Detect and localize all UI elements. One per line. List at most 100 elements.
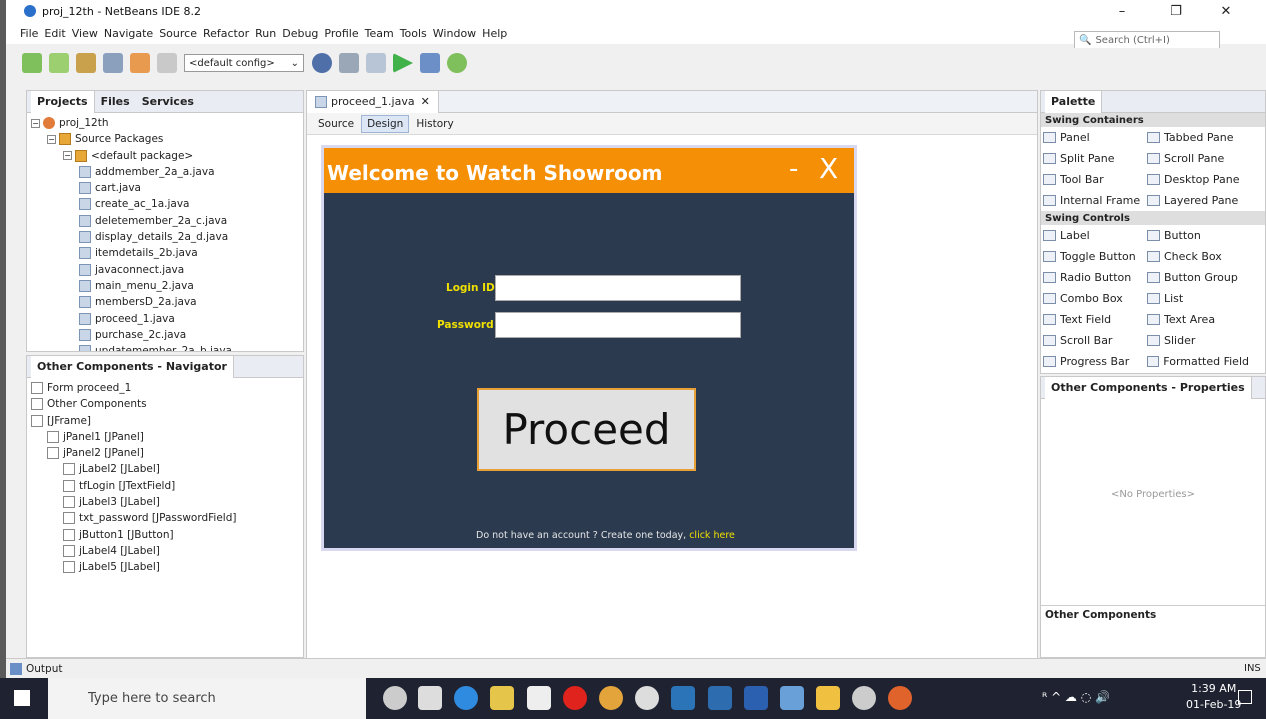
debug-icon[interactable]: [420, 53, 440, 73]
netbeans-taskbar-icon[interactable]: [780, 686, 804, 710]
proceed-button[interactable]: Proceed: [477, 388, 696, 471]
navigator-item[interactable]: jLabel5 [JLabel]: [31, 559, 303, 575]
app-icon[interactable]: [888, 686, 912, 710]
tree-item[interactable]: − proj_12th: [31, 115, 303, 131]
palette-item[interactable]: Desktop Pane: [1145, 169, 1249, 190]
menu-file[interactable]: File: [20, 27, 38, 40]
menu-team[interactable]: Team: [365, 27, 394, 40]
minimize-button[interactable]: –: [1102, 0, 1142, 22]
palette-item[interactable]: Progress Bar: [1041, 351, 1145, 372]
tree-item[interactable]: deletemember_2a_c.java: [31, 213, 303, 229]
navigator-item[interactable]: jLabel3 [JLabel]: [31, 494, 303, 510]
tree-item[interactable]: membersD_2a.java: [31, 294, 303, 310]
run-icon[interactable]: [393, 53, 413, 73]
swing-controls-category[interactable]: Swing Controls: [1041, 211, 1265, 225]
palette-item[interactable]: Scroll Bar: [1041, 330, 1145, 351]
palette-item[interactable]: Label: [1041, 225, 1145, 246]
menu-edit[interactable]: Edit: [44, 27, 65, 40]
navigator-item[interactable]: txt_password [JPasswordField]: [31, 510, 303, 526]
tree-item[interactable]: display_details_2a_d.java: [31, 229, 303, 245]
task-view-icon[interactable]: [418, 686, 442, 710]
navigator-item[interactable]: [JFrame]: [31, 413, 303, 429]
tab-services[interactable]: Services: [136, 91, 200, 113]
palette-item[interactable]: Slider: [1145, 330, 1249, 351]
navigator-item[interactable]: tfLogin [JTextField]: [31, 478, 303, 494]
close-button[interactable]: ✕: [1206, 0, 1246, 22]
tree-item[interactable]: − <default package>: [31, 148, 303, 164]
tree-item[interactable]: proceed_1.java: [31, 311, 303, 327]
expand-toggle-icon[interactable]: −: [31, 118, 40, 128]
menu-source[interactable]: Source: [159, 27, 197, 40]
undo-icon[interactable]: [130, 53, 150, 73]
profile-icon[interactable]: [447, 53, 467, 73]
palette-item[interactable]: Panel: [1041, 127, 1145, 148]
palette-item[interactable]: Check Box: [1145, 246, 1249, 267]
tree-item[interactable]: addmember_2a_a.java: [31, 164, 303, 180]
password-field[interactable]: [495, 312, 741, 338]
open-project-icon[interactable]: [76, 53, 96, 73]
tree-item[interactable]: − Source Packages: [31, 131, 303, 147]
mail-icon[interactable]: [527, 686, 551, 710]
swing-containers-category[interactable]: Swing Containers: [1041, 113, 1265, 127]
palette-item[interactable]: Internal Frame: [1041, 190, 1145, 211]
tab-projects[interactable]: Projects: [31, 91, 95, 113]
menu-help[interactable]: Help: [482, 27, 507, 40]
navigator-title[interactable]: Other Components - Navigator: [31, 356, 234, 378]
click-here-link[interactable]: click here: [689, 530, 735, 541]
maximize-button[interactable]: ❐: [1156, 0, 1196, 22]
search-input[interactable]: 🔍 Search (Ctrl+I): [1074, 31, 1220, 49]
palette-item[interactable]: Scroll Pane: [1145, 148, 1249, 169]
store-icon[interactable]: [490, 686, 514, 710]
navigator-item[interactable]: Form proceed_1: [31, 380, 303, 396]
menu-tools[interactable]: Tools: [400, 27, 427, 40]
palette-item[interactable]: Button: [1145, 225, 1249, 246]
palette-item[interactable]: Split Pane: [1041, 148, 1145, 169]
opera-icon[interactable]: [563, 686, 587, 710]
microphone-icon[interactable]: [383, 686, 407, 710]
expand-toggle-icon[interactable]: −: [47, 134, 56, 144]
view-history[interactable]: History: [411, 116, 458, 132]
close-tab-icon[interactable]: ✕: [421, 95, 430, 108]
properties-title[interactable]: Other Components - Properties: [1045, 377, 1252, 399]
globe-icon[interactable]: [312, 53, 332, 73]
palette-item[interactable]: List: [1145, 288, 1249, 309]
palette-item[interactable]: Tabbed Pane: [1145, 127, 1249, 148]
tree-item[interactable]: main_menu_2.java: [31, 278, 303, 294]
notification-icon[interactable]: [1238, 690, 1252, 704]
redo-icon[interactable]: [157, 53, 177, 73]
tab-files[interactable]: Files: [95, 91, 136, 113]
palette-item[interactable]: Formatted Field: [1145, 351, 1249, 372]
palette-item[interactable]: Radio Button: [1041, 267, 1145, 288]
navigator-item[interactable]: jLabel4 [JLabel]: [31, 543, 303, 559]
form-minimize-label[interactable]: -: [789, 154, 798, 184]
unreal-icon[interactable]: [635, 686, 659, 710]
photoshop-icon[interactable]: [671, 686, 695, 710]
palette-item[interactable]: Tool Bar: [1041, 169, 1145, 190]
form-close-label[interactable]: X: [819, 152, 838, 185]
palette-title[interactable]: Palette: [1045, 91, 1103, 113]
navigator-item[interactable]: Other Components: [31, 396, 303, 412]
chrome-icon[interactable]: [599, 686, 623, 710]
palette-item[interactable]: Button Group: [1145, 267, 1249, 288]
save-all-icon[interactable]: [103, 53, 123, 73]
tree-item[interactable]: updatemember_2a_b.java: [31, 343, 303, 351]
tree-item[interactable]: itemdetails_2b.java: [31, 245, 303, 261]
navigator-item[interactable]: jButton1 [JButton]: [31, 527, 303, 543]
menu-debug[interactable]: Debug: [282, 27, 318, 40]
login-id-field[interactable]: [495, 275, 741, 301]
expand-toggle-icon[interactable]: −: [63, 151, 72, 161]
tree-item[interactable]: purchase_2c.java: [31, 327, 303, 343]
palette-item[interactable]: Combo Box: [1041, 288, 1145, 309]
editor-tab-proceed[interactable]: proceed_1.java ✕: [307, 90, 439, 113]
tree-item[interactable]: create_ac_1a.java: [31, 196, 303, 212]
navigator-item[interactable]: jPanel2 [JPanel]: [31, 445, 303, 461]
view-source[interactable]: Source: [313, 116, 359, 132]
edge-icon[interactable]: [454, 686, 478, 710]
navigator-item[interactable]: jLabel2 [JLabel]: [31, 461, 303, 477]
windows-start-icon[interactable]: [14, 690, 30, 706]
view-design[interactable]: Design: [361, 114, 410, 133]
menu-window[interactable]: Window: [433, 27, 476, 40]
word-icon[interactable]: [744, 686, 768, 710]
menu-navigate[interactable]: Navigate: [104, 27, 153, 40]
tree-item[interactable]: cart.java: [31, 180, 303, 196]
